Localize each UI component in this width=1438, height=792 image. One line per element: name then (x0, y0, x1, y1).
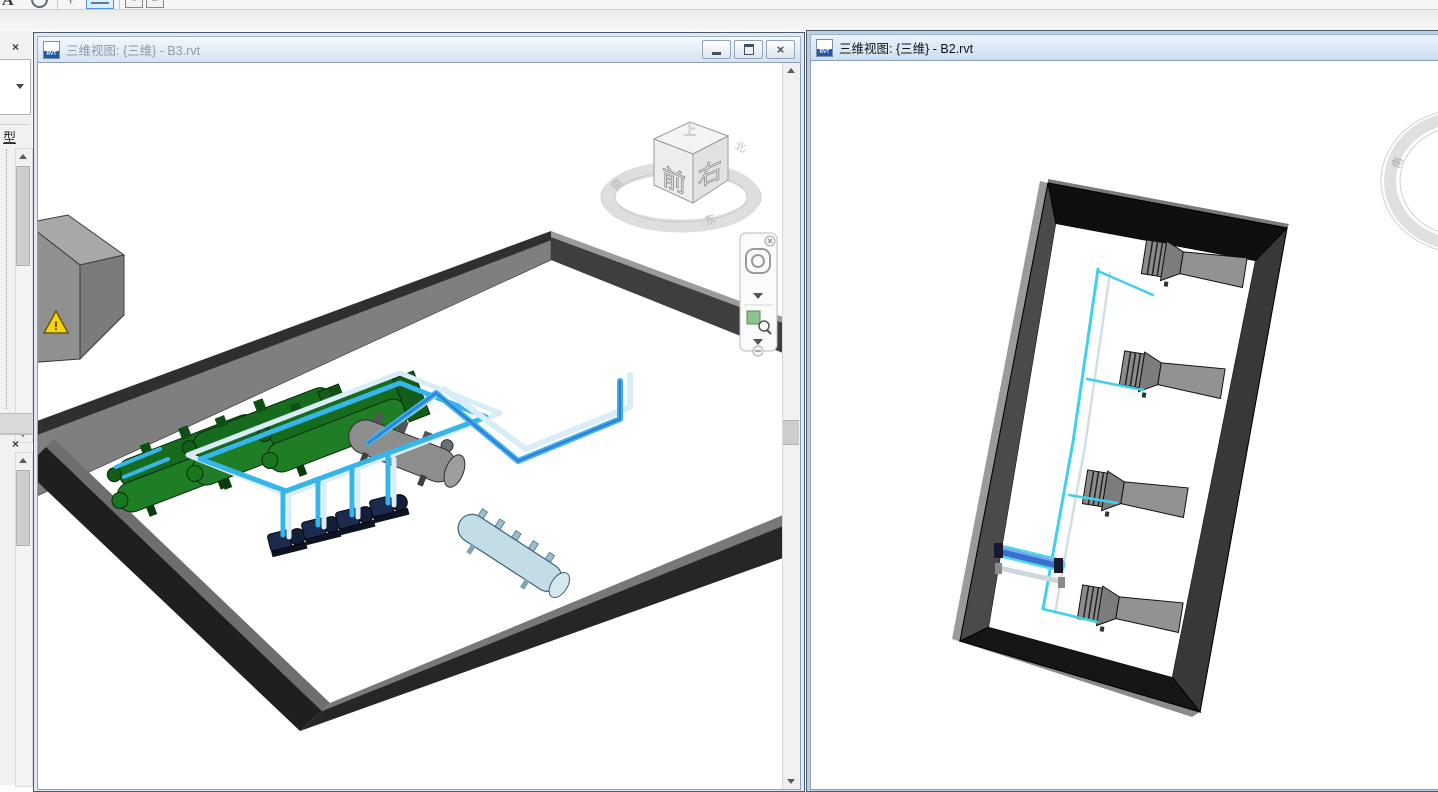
scroll-thumb[interactable] (16, 166, 30, 266)
properties-close-button[interactable]: × (7, 40, 24, 55)
properties-separator (0, 124, 30, 125)
viewcube-compass-partial[interactable]: 南 (1381, 109, 1438, 253)
view-window-b3: RVT 三维视图: {三维} - B3.rvt × ! (33, 32, 805, 792)
close-button[interactable]: × (766, 40, 795, 59)
plus-tool-icon[interactable]: + (66, 0, 75, 10)
window-title: 三维视图: {三维} - B2.rvt (839, 38, 973, 57)
viewcube[interactable]: 南 东 北 上 前 右 (601, 122, 761, 230)
properties-scrollbar[interactable] (15, 148, 33, 443)
window-titlebar-b3[interactable]: RVT 三维视图: {三维} - B3.rvt × (37, 36, 801, 62)
properties-footer (0, 413, 32, 434)
light-blue-tank (448, 501, 579, 608)
view-window-b2: RVT 三维视图: {三维} - B2.rvt (806, 30, 1438, 792)
scroll-up-button[interactable] (16, 453, 30, 468)
palette-divider (0, 433, 32, 435)
docked-palettes-strip: × 型 × (0, 31, 32, 785)
rvt-file-icon: RVT (43, 41, 60, 59)
restore-button[interactable] (734, 40, 763, 59)
text-tool-icon[interactable]: A (2, 0, 14, 10)
zoom-tool-icon[interactable] (747, 311, 760, 324)
viewcube-top-label: 上 (683, 123, 696, 138)
edit-type-button-partial[interactable]: 型 (3, 127, 16, 146)
scroll-up-button[interactable] (16, 149, 30, 164)
properties-grid-line (6, 149, 7, 409)
type-selector-combobox[interactable] (0, 59, 31, 115)
b3-vertical-scrollbar[interactable] (782, 63, 800, 789)
minimize-button[interactable] (702, 40, 731, 59)
project-browser-close-button[interactable]: × (7, 437, 24, 452)
scroll-down-button[interactable] (783, 774, 799, 789)
scroll-thumb[interactable] (16, 470, 30, 546)
close-icon: × (777, 43, 785, 56)
svg-text:!: ! (54, 319, 58, 333)
rvt-file-icon: RVT (816, 39, 833, 57)
building-mass (38, 215, 124, 363)
paste-box-icon[interactable]: ⇐ (146, 0, 164, 8)
active-selection-tool-icon[interactable] (86, 0, 114, 9)
ribbon-lower-band (0, 10, 1438, 31)
navigation-bar[interactable] (740, 233, 777, 356)
scroll-up-button[interactable] (783, 63, 799, 78)
toolbar-separator (119, 0, 120, 9)
app-root: { "ribbon": { "icons": ["text-tool-icon"… (0, 0, 1438, 785)
front-right-wall (300, 515, 783, 731)
window-title: 三维视图: {三维} - B3.rvt (66, 40, 200, 59)
scene-b3: ! (38, 63, 783, 789)
sync-circle-icon[interactable] (31, 0, 48, 8)
delete-box-icon[interactable]: × (125, 0, 143, 8)
project-browser-scrollbar[interactable] (15, 452, 33, 787)
ribbon-toolbar-sliver: A + × ⇐ (0, 0, 1438, 10)
scene-b2: 南 (811, 61, 1438, 789)
view-canvas-b3[interactable]: ! (37, 62, 801, 790)
chevron-down-icon[interactable] (16, 84, 24, 89)
minimize-icon (712, 52, 721, 55)
scroll-thumb[interactable] (783, 420, 799, 445)
window-titlebar-b2[interactable]: RVT 三维视图: {三维} - B2.rvt (810, 34, 1438, 60)
toolbar-separator (57, 0, 58, 9)
restore-icon (744, 44, 754, 55)
view-canvas-b2[interactable]: 南 (810, 60, 1438, 790)
compass-north-label: 北 (733, 139, 747, 155)
